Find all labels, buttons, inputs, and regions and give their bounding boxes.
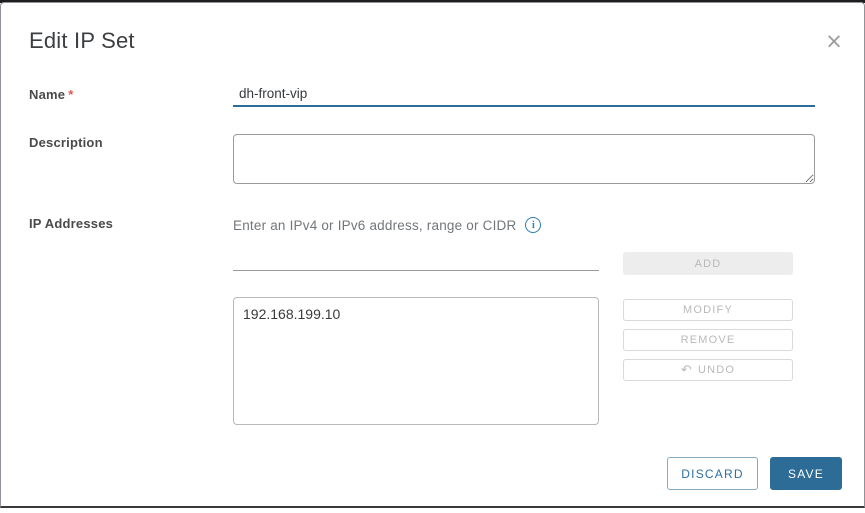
remove-button[interactable]: REMOVE [623, 329, 793, 351]
description-textarea[interactable] [233, 134, 815, 184]
required-asterisk: * [68, 87, 73, 102]
undo-button-label: UNDO [698, 364, 735, 376]
discard-button[interactable]: DISCARD [667, 457, 758, 490]
description-label: Description [29, 135, 103, 150]
name-input[interactable] [233, 85, 815, 107]
ip-hint-text: Enter an IPv4 or IPv6 address, range or … [233, 218, 516, 233]
info-icon[interactable]: i [525, 217, 541, 233]
close-icon[interactable]: × [821, 28, 847, 54]
ip-address-listbox[interactable]: 192.168.199.10 [233, 297, 599, 425]
modify-button[interactable]: MODIFY [623, 299, 793, 321]
screen: Edit IP Set × Name* Description IP Addre… [0, 0, 865, 513]
list-item[interactable]: 192.168.199.10 [243, 305, 589, 323]
edit-ip-set-dialog: Edit IP Set × Name* Description IP Addre… [0, 2, 865, 508]
undo-icon: ↶ [681, 364, 693, 377]
name-label-text: Name [29, 87, 65, 102]
ip-address-input[interactable] [233, 249, 599, 271]
undo-button[interactable]: ↶ UNDO [623, 359, 793, 381]
dialog-title: Edit IP Set [29, 28, 135, 54]
name-label: Name* [29, 87, 73, 102]
add-button[interactable]: ADD [623, 252, 793, 275]
save-button[interactable]: SAVE [770, 457, 842, 490]
ip-hint-row: Enter an IPv4 or IPv6 address, range or … [233, 217, 541, 233]
ip-addresses-label: IP Addresses [29, 216, 113, 231]
